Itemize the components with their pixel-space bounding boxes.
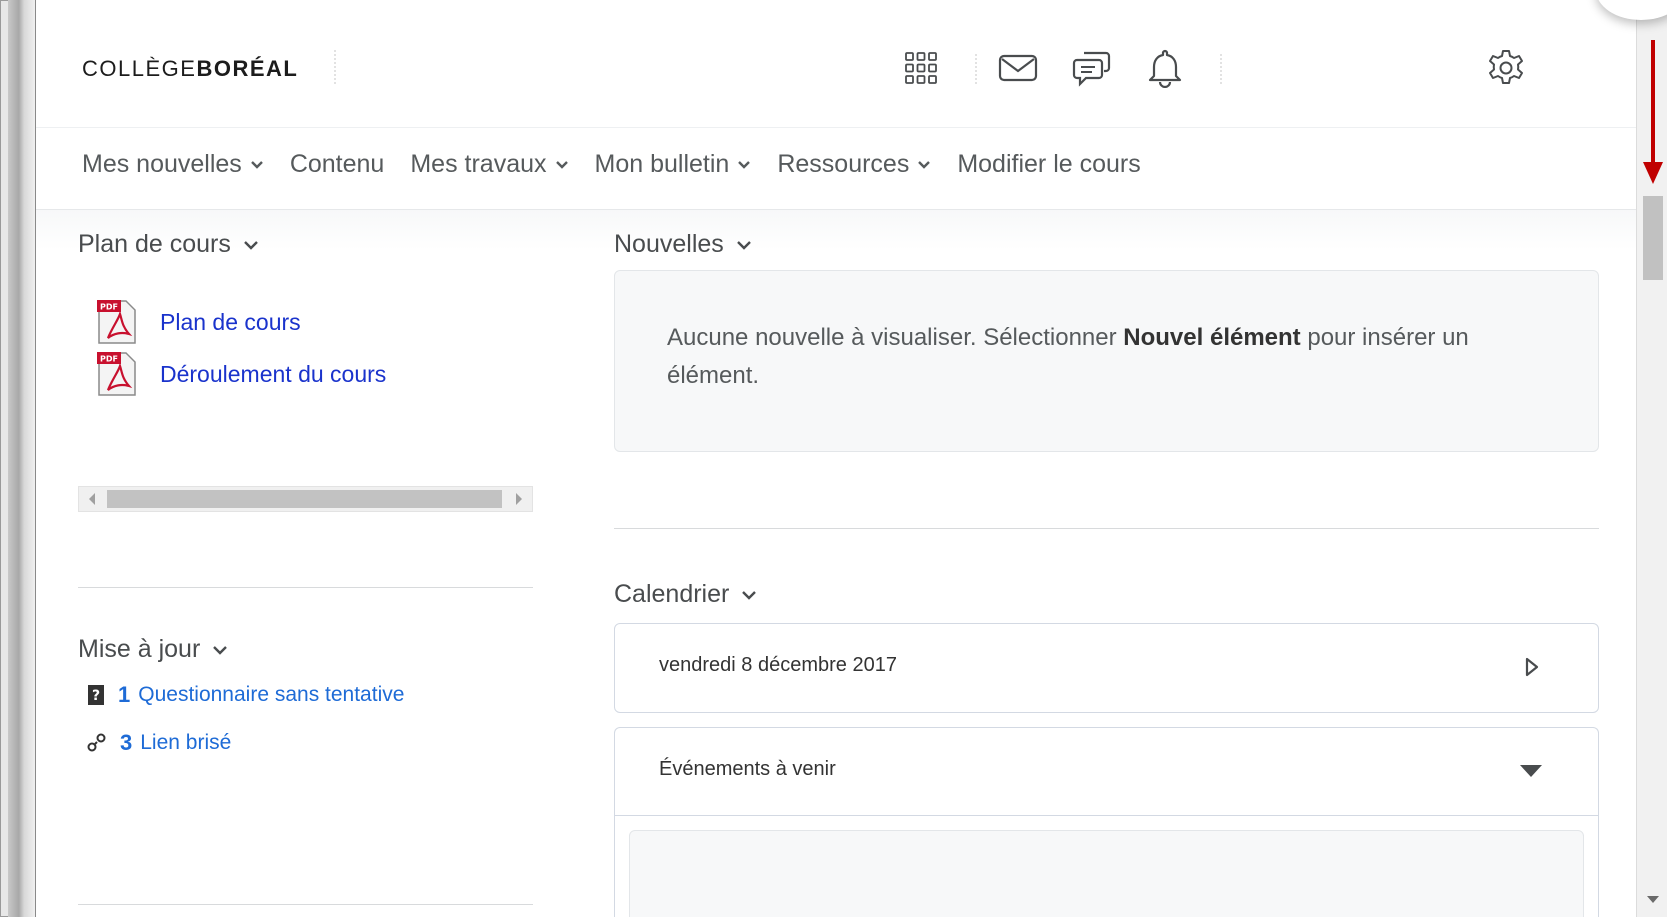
header-separator: [975, 54, 977, 84]
doc-link-label[interactable]: Plan de cours: [160, 309, 301, 336]
chevron-down-icon: [250, 160, 264, 170]
doc-link-label[interactable]: Déroulement du cours: [160, 361, 386, 388]
scroll-down-arrow[interactable]: [1647, 896, 1659, 903]
nav-ressources[interactable]: Ressources: [777, 150, 931, 179]
scroll-right-arrow[interactable]: [516, 493, 522, 505]
window-left-border: [8, 0, 36, 917]
course-plan-title: Plan de cours: [78, 230, 259, 259]
update-row-quiz[interactable]: ? 1 Questionnaire sans tentative: [86, 682, 404, 708]
chat-icon[interactable]: [1070, 46, 1114, 90]
news-empty-box: Aucune nouvelle à visualiser. Sélectionn…: [614, 270, 1599, 452]
widget-divider: [614, 528, 1599, 529]
update-count: 3: [120, 730, 133, 755]
waffle-grid-icon[interactable]: [899, 46, 943, 90]
caret-down-icon[interactable]: [1519, 764, 1543, 778]
scrollbar-thumb[interactable]: [107, 490, 502, 508]
nav-item-label: Mes nouvelles: [82, 150, 242, 178]
quiz-icon: ?: [88, 685, 104, 705]
nav-modifier-le-cours[interactable]: Modifier le cours: [957, 150, 1140, 179]
nav-mes-travaux[interactable]: Mes travaux: [410, 150, 568, 179]
nav-item-label: Modifier le cours: [957, 150, 1141, 178]
news-empty-message: Aucune nouvelle à visualiser. Sélectionn…: [667, 319, 1547, 395]
news-text: Aucune nouvelle à visualiser. Sélectionn…: [667, 324, 1124, 351]
scroll-left-arrow[interactable]: [89, 493, 95, 505]
horizontal-scrollbar[interactable]: [78, 486, 533, 512]
chevron-down-icon[interactable]: [243, 240, 259, 250]
chevron-down-icon: [555, 160, 569, 170]
chevron-down-icon: [737, 160, 751, 170]
widget-title-label: Mise à jour: [78, 635, 201, 663]
update-link[interactable]: Lien brisé: [140, 731, 231, 755]
update-link[interactable]: Questionnaire sans tentative: [138, 683, 404, 707]
play-arrow-icon[interactable]: [1524, 656, 1540, 678]
widget-title-label: Plan de cours: [78, 230, 231, 258]
update-row-broken-link[interactable]: 3 Lien brisé: [86, 730, 231, 756]
svg-text:PDF: PDF: [100, 303, 118, 312]
update-count: 1: [118, 682, 131, 707]
logo-text-bold: BORÉAL: [196, 56, 299, 81]
widget-title-label: Calendrier: [614, 580, 730, 608]
new-item-emphasis: Nouvel élément: [1123, 324, 1301, 351]
college-logo[interactable]: COLLÈGEBORÉAL: [82, 56, 298, 82]
nav-items: Mes nouvelles Contenu Mes travaux Mon bu…: [82, 150, 1167, 179]
calendar-title: Calendrier: [614, 580, 757, 609]
upcoming-events-box: Événements à venir: [614, 727, 1599, 917]
logo-divider: [334, 50, 336, 84]
events-list-area: [629, 830, 1584, 917]
nav-item-label: Contenu: [289, 150, 385, 178]
mail-icon[interactable]: [996, 46, 1040, 90]
annotation-arrow-icon: [1643, 40, 1663, 184]
bell-icon[interactable]: [1143, 46, 1187, 90]
svg-text:?: ?: [92, 688, 100, 704]
svg-text:PDF: PDF: [100, 355, 118, 364]
chevron-down-icon: [917, 160, 931, 170]
upcoming-events-label: Événements à venir: [659, 758, 836, 780]
homepage-content: Plan de cours PDF Plan de cours PDF Déro…: [36, 210, 1636, 917]
doc-link-deroulement[interactable]: PDF Déroulement du cours: [96, 350, 386, 398]
doc-link-plan-de-cours[interactable]: PDF Plan de cours: [96, 298, 301, 346]
nav-mes-nouvelles[interactable]: Mes nouvelles: [82, 150, 264, 179]
widget-divider: [78, 904, 533, 905]
broken-link-icon: [87, 733, 106, 752]
logo-text-light: COLLÈGE: [82, 56, 197, 81]
calendar-date: vendredi 8 décembre 2017: [659, 654, 897, 676]
pdf-file-icon: PDF: [97, 300, 136, 344]
chevron-down-icon[interactable]: [736, 240, 752, 250]
chevron-down-icon[interactable]: [741, 590, 757, 600]
widget-divider: [78, 587, 533, 588]
nav-item-label: Mes travaux: [410, 150, 547, 178]
gear-icon[interactable]: [1484, 46, 1528, 90]
header-separator: [1220, 54, 1222, 84]
news-title: Nouvelles: [614, 230, 752, 259]
browser-viewport: COLLÈGEBORÉAL Mes nouvelles Contenu Mes …: [36, 0, 1636, 917]
top-header: COLLÈGEBORÉAL: [36, 0, 1636, 128]
nav-item-label: Ressources: [777, 150, 910, 178]
calendar-date-box[interactable]: vendredi 8 décembre 2017: [614, 623, 1599, 713]
updates-title: Mise à jour: [78, 635, 228, 664]
upcoming-events-header[interactable]: Événements à venir: [615, 728, 1598, 816]
pdf-file-icon: PDF: [97, 352, 136, 396]
nav-item-label: Mon bulletin: [594, 150, 730, 178]
course-navbar: Mes nouvelles Contenu Mes travaux Mon bu…: [36, 128, 1636, 210]
widget-title-label: Nouvelles: [614, 230, 724, 258]
scrollbar-thumb[interactable]: [1643, 196, 1663, 280]
chevron-down-icon[interactable]: [212, 645, 228, 655]
nav-contenu[interactable]: Contenu: [290, 150, 385, 179]
nav-mon-bulletin[interactable]: Mon bulletin: [595, 150, 752, 179]
